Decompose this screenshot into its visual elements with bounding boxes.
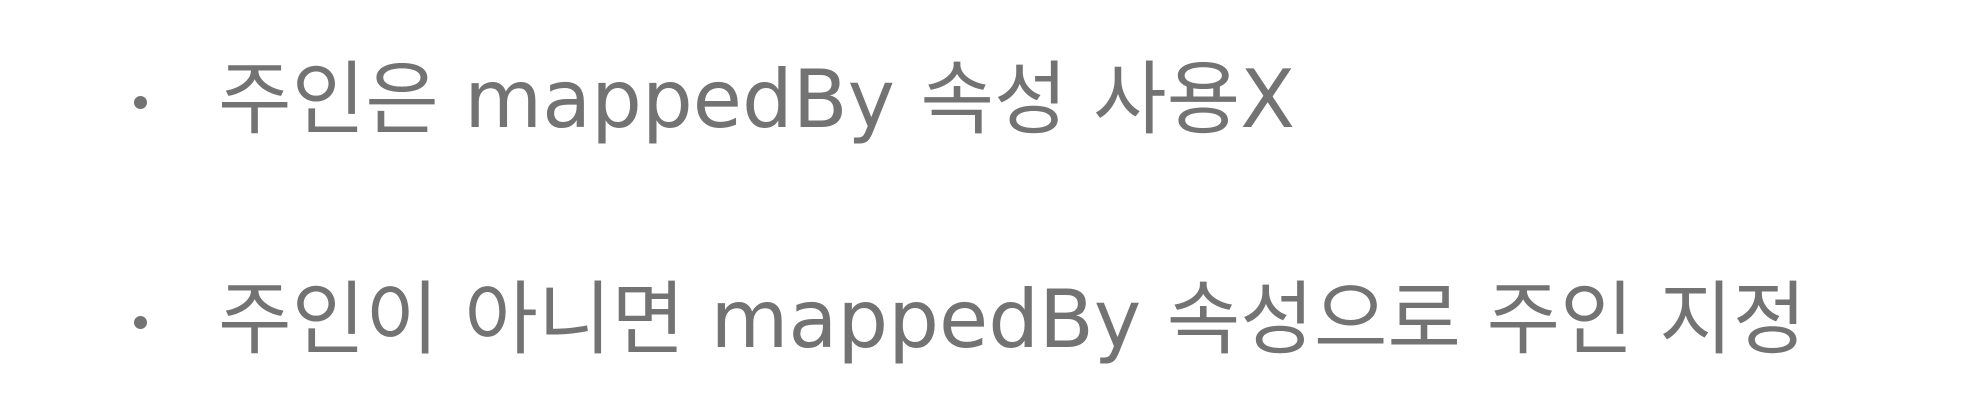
slide: 주인은 mappedBy 속성 사용X 주인이 아니면 mappedBy 속성으…	[0, 0, 1984, 420]
bullet-dot-icon	[134, 316, 147, 329]
bullet-dot-icon	[134, 96, 147, 109]
bullet-text: 주인이 아니면 mappedBy 속성으로 주인 지정	[218, 273, 1807, 366]
bullet-item: 주인이 아니면 mappedBy 속성으로 주인 지정	[0, 272, 1984, 372]
bullet-text: 주인은 mappedBy 속성 사용X	[218, 53, 1296, 146]
bullet-item: 주인은 mappedBy 속성 사용X	[0, 52, 1984, 152]
